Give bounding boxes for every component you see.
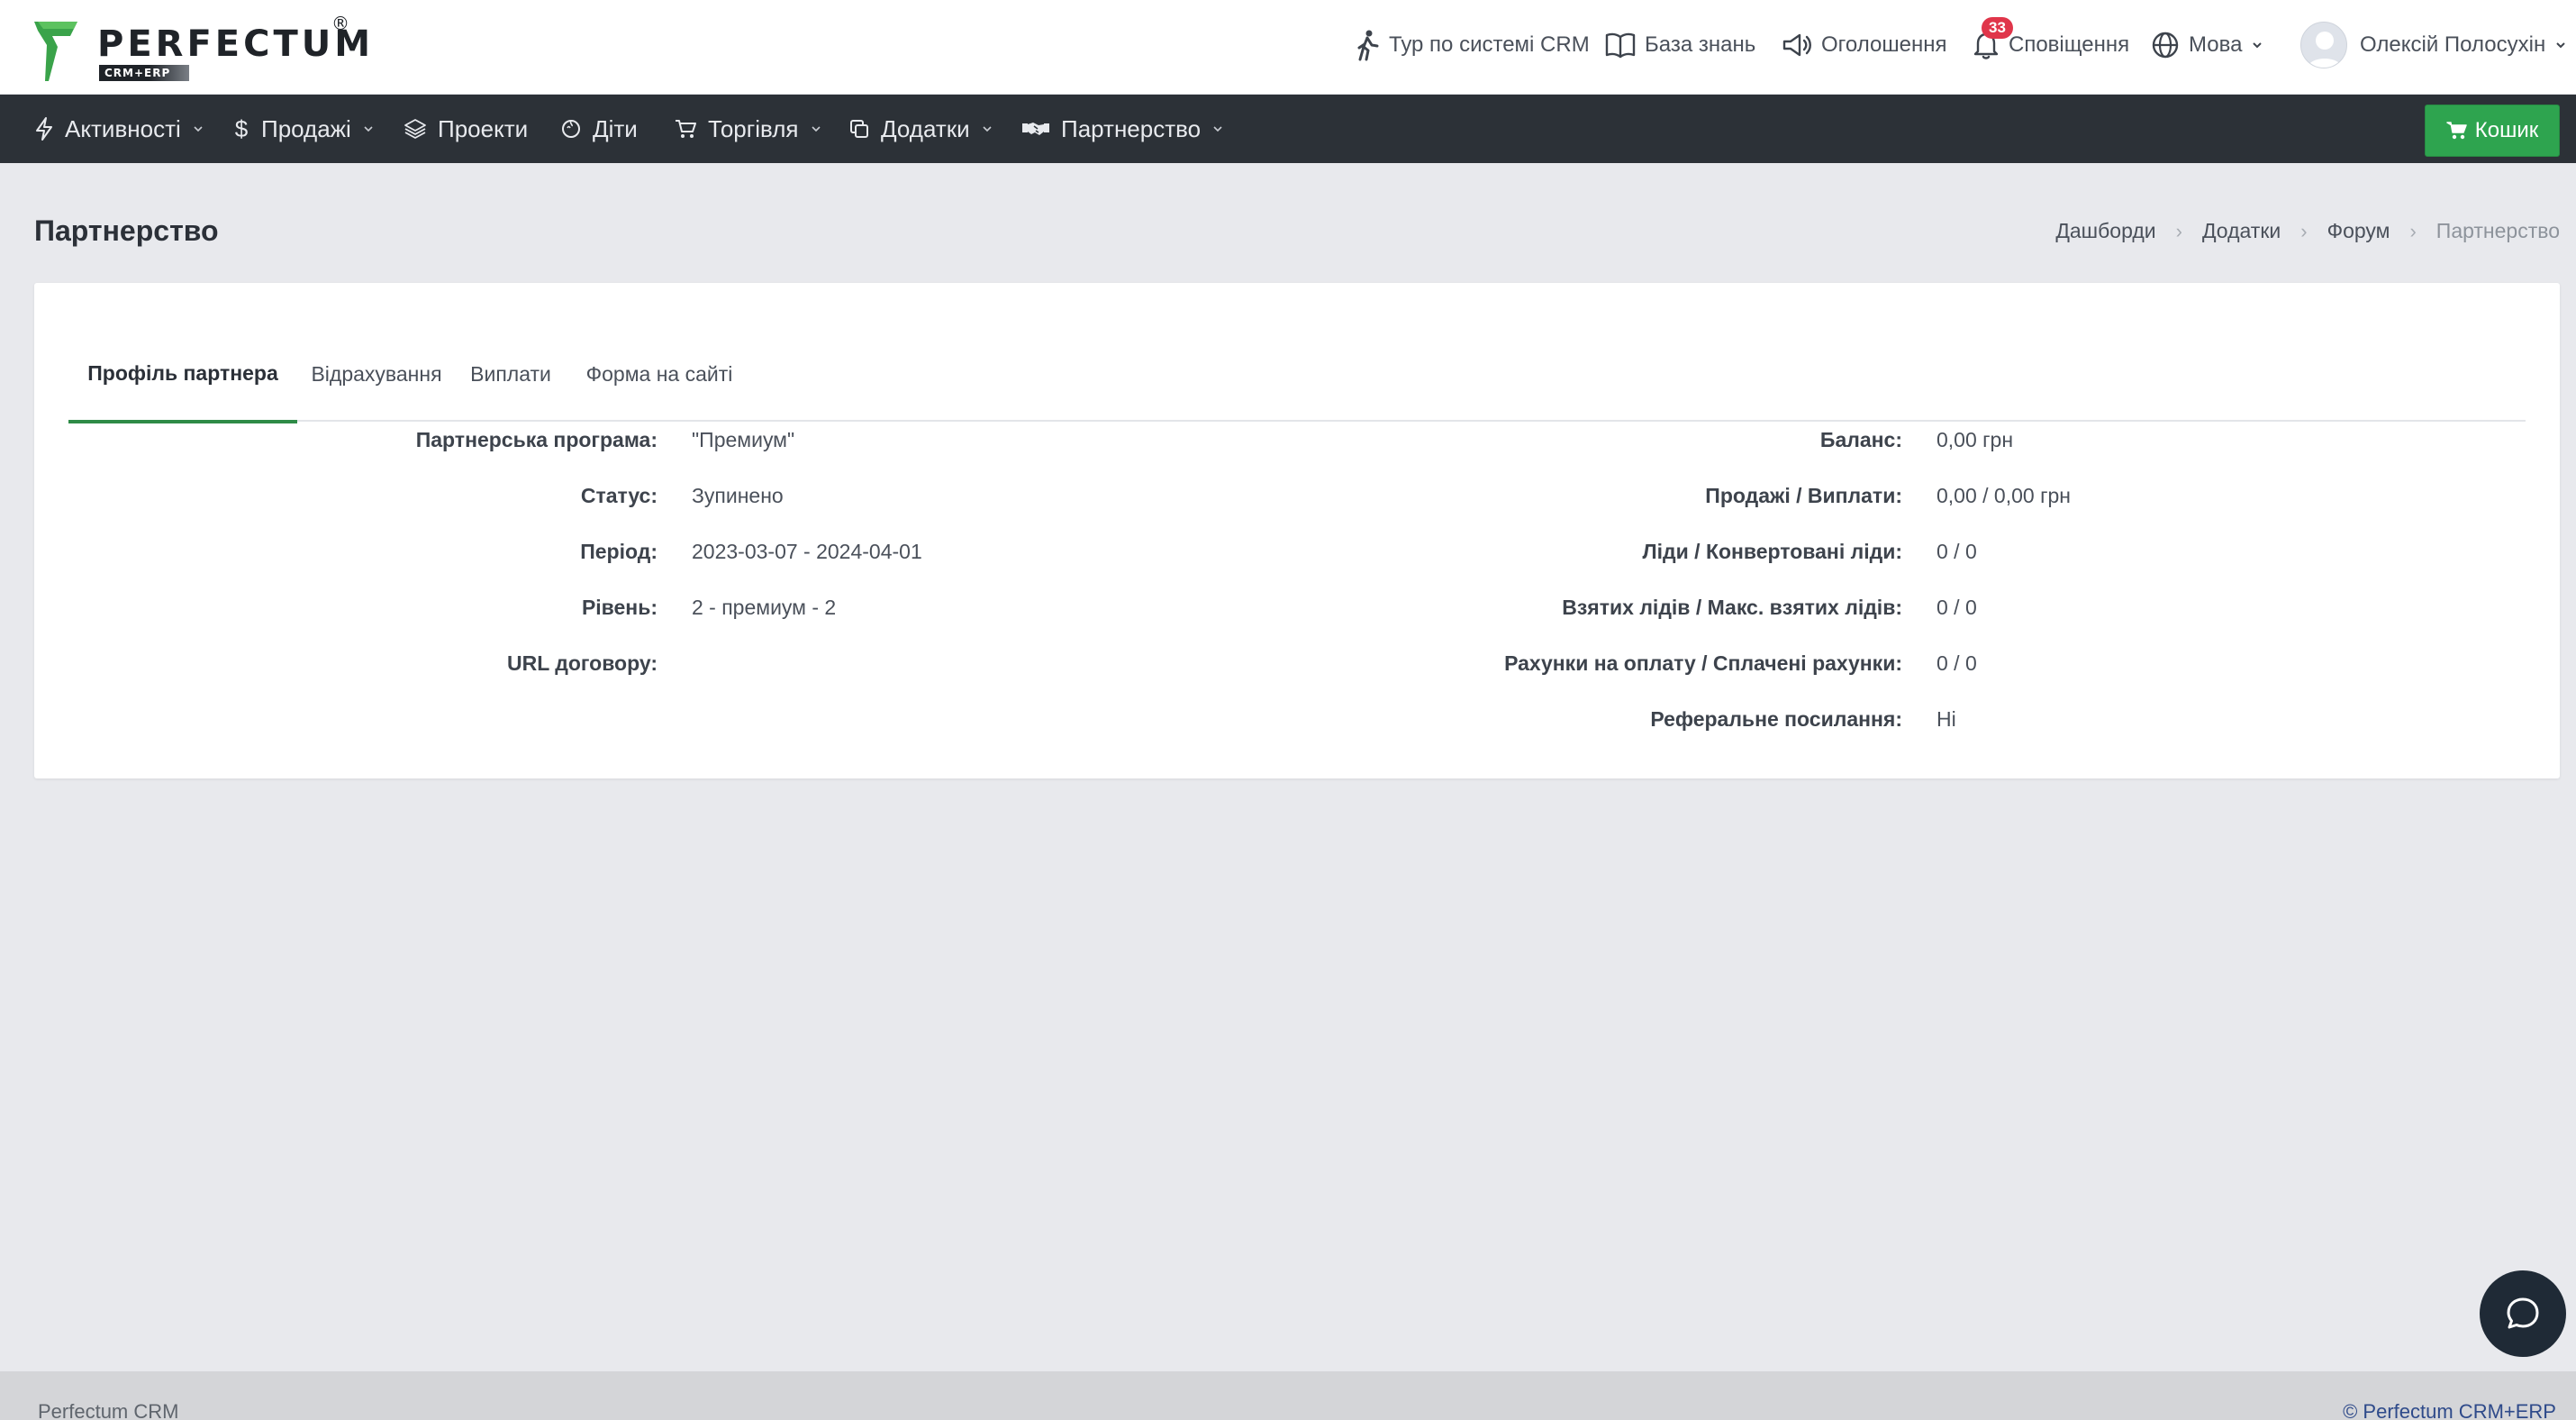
field-label-balance: Баланс: — [1819, 428, 1902, 451]
copy-icon — [850, 120, 868, 138]
chevron-down-icon — [2556, 42, 2565, 49]
topnav-tour[interactable]: Тур по системі CRM — [1355, 25, 1590, 65]
cart-button[interactable]: Кошик — [2425, 105, 2560, 157]
field-value-period: 2023-03-07 - 2024-04-01 — [692, 540, 922, 563]
user-menu[interactable]: Олексій Полосухін — [2360, 25, 2567, 65]
handshake-icon — [1022, 123, 1049, 135]
topnav-tour-label: Тур по системі CRM — [1389, 32, 1590, 57]
field-label-status: Статус: — [580, 484, 658, 507]
shopping-cart-icon — [2446, 122, 2467, 140]
field-value-invoices: 0 / 0 — [1937, 651, 1977, 675]
book-open-icon — [1605, 32, 1636, 59]
field-label-period: Період: — [580, 540, 658, 563]
logo-mark-icon — [34, 22, 77, 81]
field-value-sales-payouts: 0,00 / 0,00 грн — [1937, 484, 2071, 507]
nav-sales-label: Продажі — [261, 114, 351, 142]
nav-activities[interactable]: Активності — [34, 95, 204, 163]
topnav-knowledge-base[interactable]: База знань — [1605, 25, 1755, 65]
megaphone-icon — [1782, 33, 1811, 57]
chevron-down-icon — [364, 126, 373, 132]
field-label-level: Рівень: — [581, 596, 658, 619]
tab-payouts[interactable]: Виплати — [461, 326, 560, 422]
breadcrumb: Дашборди › Додатки › Форум › Партнерство — [2055, 219, 2560, 243]
breadcrumb-addons[interactable]: Додатки — [2202, 219, 2281, 243]
breadcrumb-separator: › — [2300, 219, 2308, 242]
field-label-taken-leads: Взятих лідів / Макс. взятих лідів: — [1562, 596, 1902, 619]
field-label-contract-url: URL договору: — [507, 651, 658, 675]
nav-kids-label: Діти — [593, 114, 638, 142]
nav-addons[interactable]: Додатки — [848, 95, 993, 163]
layers-icon — [404, 119, 426, 139]
field-label-invoices: Рахунки на оплату / Сплачені рахунки: — [1504, 651, 1902, 675]
field-label-program: Партнерська програма: — [415, 428, 658, 451]
nav-projects[interactable]: Проекти — [404, 95, 528, 163]
lightning-icon — [36, 117, 52, 141]
field-value-taken-leads: 0 / 0 — [1937, 596, 1977, 619]
nav-trade[interactable]: Торгівля — [674, 95, 822, 163]
partner-profile-card: Профіль партнера Відрахування Виплати Фо… — [34, 283, 2560, 778]
topnav-language[interactable]: Мова — [2151, 25, 2263, 65]
tab-bar: Профіль партнера Відрахування Виплати Фо… — [68, 326, 2526, 423]
shopping-cart-icon — [676, 120, 696, 138]
field-value-balance: 0,00 грн — [1937, 428, 2014, 451]
logo-registered-mark: ® — [331, 13, 349, 34]
page-title: Партнерство — [34, 214, 219, 247]
chevron-down-icon — [983, 126, 992, 132]
field-label-leads: Ліди / Конвертовані ліди: — [1642, 540, 1903, 563]
chat-bubble-icon — [2507, 1297, 2539, 1329]
tab-deductions[interactable]: Відрахування — [297, 326, 456, 422]
walking-person-icon — [1357, 30, 1379, 61]
notifications-count-badge: 33 — [1982, 17, 2013, 39]
topnav-language-label: Мова — [2189, 32, 2243, 57]
chevron-down-icon — [2253, 42, 2263, 49]
footer-copyright-link[interactable]: © Perfectum CRM+ERP — [2343, 1400, 2556, 1420]
chevron-down-icon — [194, 126, 203, 132]
field-label-sales-payouts: Продажі / Виплати: — [1705, 484, 1902, 507]
footer: Perfectum CRM © Perfectum CRM+ERP — [0, 1371, 2576, 1420]
baby-face-icon — [562, 120, 580, 138]
nav-partnership-label: Партнерство — [1061, 114, 1202, 142]
cart-button-label: Кошик — [2474, 118, 2539, 142]
user-avatar[interactable] — [2300, 22, 2347, 68]
chevron-down-icon — [811, 126, 821, 132]
dollar-icon: $ — [234, 114, 249, 142]
top-header: PERFECTUM ® CRM+ERP Тур по системі CRM Б… — [0, 0, 2576, 95]
field-value-referral-link: Ні — [1937, 707, 1956, 731]
nav-addons-label: Додатки — [881, 114, 970, 142]
field-label-referral-link: Реферальне посилання: — [1650, 707, 1902, 731]
chevron-down-icon — [1213, 126, 1222, 132]
topnav-announcements-label: Оголошення — [1821, 32, 1947, 57]
user-silhouette-icon — [2307, 32, 2343, 68]
user-name: Олексій Полосухін — [2360, 32, 2546, 57]
nav-sales[interactable]: $ Продажі — [232, 95, 375, 163]
topnav-notifications-label: Сповіщення — [2009, 32, 2130, 57]
footer-product-name: Perfectum CRM — [38, 1400, 179, 1420]
tab-partner-profile[interactable]: Профіль партнера — [68, 326, 297, 423]
field-value-program: "Премиум" — [692, 428, 795, 451]
globe-icon — [2152, 32, 2179, 59]
field-value-level: 2 - премиум - 2 — [692, 596, 837, 619]
breadcrumb-current: Партнерство — [2435, 219, 2560, 242]
breadcrumb-separator: › — [2409, 219, 2417, 242]
topnav-knowledge-label: База знань — [1645, 32, 1756, 57]
brand-logo[interactable]: PERFECTUM ® CRM+ERP — [34, 13, 370, 83]
tab-website-form[interactable]: Форма на сайті — [569, 326, 749, 422]
nav-projects-label: Проекти — [438, 114, 529, 142]
field-value-status: Зупинено — [692, 484, 784, 507]
topnav-announcements[interactable]: Оголошення — [1782, 25, 1946, 65]
nav-kids[interactable]: Діти — [560, 95, 638, 163]
breadcrumb-separator: › — [2175, 219, 2182, 242]
chat-button[interactable] — [2480, 1270, 2566, 1357]
logo-subtitle: CRM+ERP — [99, 65, 189, 81]
breadcrumb-dashboards[interactable]: Дашборди — [2055, 219, 2155, 243]
nav-activities-label: Активності — [65, 114, 181, 142]
nav-partnership[interactable]: Партнерство — [1021, 95, 1224, 163]
main-navigation: Активності $ Продажі Проекти Діти Торгів… — [0, 95, 2576, 163]
field-value-leads: 0 / 0 — [1937, 540, 1977, 563]
nav-trade-label: Торгівля — [708, 114, 799, 142]
breadcrumb-forum[interactable]: Форум — [2327, 219, 2390, 243]
